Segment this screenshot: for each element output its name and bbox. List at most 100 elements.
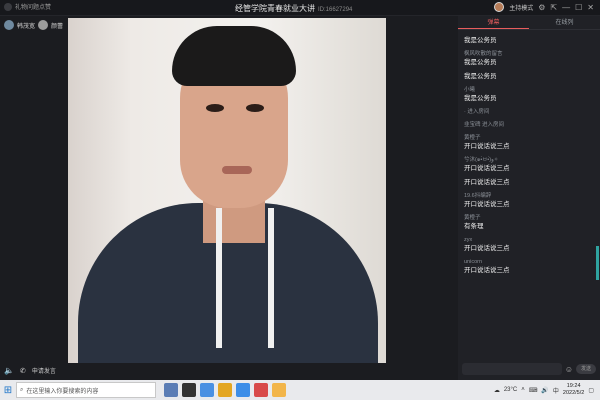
chat-message: 开口说话说三点 xyxy=(464,178,592,187)
volume-icon[interactable]: 🔊 xyxy=(541,387,548,394)
tab-danmu[interactable]: 弹幕 xyxy=(458,16,529,29)
chat-input-row: ☺ 发送 xyxy=(462,362,596,376)
chat-message: 小曦 我是公务员 xyxy=(464,86,592,103)
hoodie-string xyxy=(216,208,222,348)
chat-message: 我是公务员 xyxy=(464,72,592,81)
title-bar: 礼物问题点赞 经管学院青春就业大讲 ID:16627294 主持模式 ⚙ ⇱ — … xyxy=(0,0,600,16)
chat-message: 枫风吹散的留言 我是公务员 xyxy=(464,50,592,67)
close-icon[interactable]: ✕ xyxy=(587,3,594,12)
system-notice: 韭宝碑 进入房间 xyxy=(464,122,505,128)
notification-icon[interactable]: ▢ xyxy=(588,387,594,394)
host-list: 韩茂宽 颜蕾 xyxy=(4,20,63,30)
app-icon[interactable] xyxy=(272,383,286,397)
chat-panel: 弹幕 在线列 我是公务员 枫风吹散的留言 我是公务员 我是公务员 小曦 我是公务员 · 进入… xyxy=(458,16,600,380)
system-notice: · 进入房间 xyxy=(464,109,490,115)
task-view-icon[interactable] xyxy=(164,383,178,397)
clock-date: 2022/5/2 xyxy=(562,390,585,396)
message-text: 开口说话说三点 xyxy=(464,267,510,274)
hair xyxy=(172,26,296,86)
tab-online[interactable]: 在线列 xyxy=(529,16,600,29)
taskbar-apps xyxy=(164,383,286,397)
message-text: 我是公务员 xyxy=(464,59,497,66)
live-room-window: 礼物问题点赞 经管学院青春就业大讲 ID:16627294 主持模式 ⚙ ⇱ — … xyxy=(0,0,600,380)
clock-time: 19:24 xyxy=(566,383,581,389)
mode-label[interactable]: 主持模式 xyxy=(509,3,533,12)
network-icon[interactable]: ⌨ xyxy=(529,387,538,394)
chat-message: 19.6抖编辞 开口说话说三点 xyxy=(464,192,592,209)
chat-message: 黄橙子 开口说话说三点 xyxy=(464,134,592,151)
chat-message: 黄橙子 有条理 xyxy=(464,214,592,231)
app-icon[interactable] xyxy=(236,383,250,397)
message-text: 开口说话说三点 xyxy=(464,179,510,186)
video-stream xyxy=(68,18,386,363)
message-text: 我是公务员 xyxy=(464,73,497,80)
host-avatar[interactable] xyxy=(38,20,49,30)
message-author[interactable]: unicorn xyxy=(464,258,592,266)
weather-text[interactable]: 23°C xyxy=(504,387,517,393)
message-author[interactable]: 19.6抖编辞 xyxy=(464,192,592,200)
gift-icon xyxy=(4,2,12,11)
title-left[interactable]: 礼物问题点赞 xyxy=(4,2,51,11)
browser-icon[interactable] xyxy=(200,383,214,397)
taskbar-search[interactable]: ⌕ 在这里输入你要搜索的内容 xyxy=(16,382,156,398)
message-author[interactable]: 黄橙子 xyxy=(464,134,592,142)
maximize-icon[interactable]: ☐ xyxy=(575,3,582,12)
windows-start-icon[interactable]: ⊞ xyxy=(0,380,16,400)
chat-message: · 进入房间 xyxy=(464,108,592,116)
mouth xyxy=(222,166,252,174)
user-avatar[interactable] xyxy=(494,2,505,12)
send-button[interactable]: 发送 xyxy=(576,364,596,374)
chat-message: zyx 开口说话说三点 xyxy=(464,236,592,253)
search-icon: ⌕ xyxy=(20,386,24,393)
message-text: 开口说话说三点 xyxy=(464,245,510,252)
weather-icon[interactable]: ☁ xyxy=(494,387,500,394)
message-author[interactable]: zyx xyxy=(464,236,592,244)
settings-icon[interactable]: ⚙ xyxy=(538,3,545,12)
message-text: 开口说话说三点 xyxy=(464,165,510,172)
chevron-up-icon[interactable]: ˄ xyxy=(521,387,525,393)
message-author[interactable]: 黄橙子 xyxy=(464,214,592,222)
message-author[interactable]: 枫风吹散的留言 xyxy=(464,50,592,58)
system-tray: ☁ 23°C ˄ ⌨ 🔊 中 19:24 2022/5/2 ▢ xyxy=(494,380,594,400)
message-text: 开口说话说三点 xyxy=(464,201,510,208)
chat-input[interactable] xyxy=(462,363,562,375)
search-placeholder: 在这里输入你要搜索的内容 xyxy=(26,388,99,395)
taskbar: ⊞ ⌕ 在这里输入你要搜索的内容 ☁ 23°C ˄ ⌨ 🔊 中 19:24 20… xyxy=(0,380,600,400)
phone-icon[interactable]: ✆ xyxy=(20,367,26,375)
chat-tabs: 弹幕 在线列 xyxy=(458,16,600,30)
host-name: 韩茂宽 xyxy=(17,23,36,30)
minimize-icon[interactable]: — xyxy=(562,3,570,12)
scrollbar[interactable] xyxy=(596,246,599,280)
message-text: 我是公务员 xyxy=(464,95,497,102)
share-icon[interactable]: ⇱ xyxy=(550,3,557,12)
host-avatar[interactable] xyxy=(4,20,14,30)
chat-message: 兮沐(๑•̀ㅂ•́)و✧ 开口说话说三点 xyxy=(464,156,592,173)
hoodie-string xyxy=(268,208,274,348)
folder-icon[interactable] xyxy=(218,383,232,397)
message-author[interactable]: 兮沐(๑•̀ㅂ•́)و✧ xyxy=(464,156,592,164)
clock[interactable]: 19:24 2022/5/2 xyxy=(563,383,584,397)
app-icon[interactable] xyxy=(182,383,196,397)
room-title-text: 经管学院青春就业大讲 xyxy=(235,4,315,13)
right-eye xyxy=(246,104,264,112)
message-text: 我是公务员 xyxy=(464,37,497,44)
chat-message: unicorn 开口说话说三点 xyxy=(464,258,592,275)
room-title: 经管学院青春就业大讲 ID:16627294 xyxy=(235,3,352,14)
room-id: ID:16627294 xyxy=(318,7,353,13)
bottom-controls: 🔈 ✆ 申请发言 xyxy=(4,366,56,375)
message-author[interactable]: 小曦 xyxy=(464,86,592,94)
chat-message: 我是公务员 xyxy=(464,36,592,45)
left-label: 礼物问题点赞 xyxy=(15,5,52,11)
left-eye xyxy=(206,104,224,112)
app-icon[interactable] xyxy=(254,383,268,397)
host-name: 颜蕾 xyxy=(51,23,64,30)
title-right: 主持模式 ⚙ ⇱ — ☐ ✕ xyxy=(494,2,594,12)
apply-speak-button[interactable]: 申请发言 xyxy=(32,366,56,375)
ime-indicator[interactable]: 中 xyxy=(553,386,559,395)
speaker-icon[interactable]: 🔈 xyxy=(4,366,14,375)
emoji-icon[interactable]: ☺ xyxy=(565,365,573,374)
chat-message: 韭宝碑 进入房间 xyxy=(464,121,592,129)
message-text: 开口说话说三点 xyxy=(464,143,510,150)
message-text: 有条理 xyxy=(464,223,484,230)
message-list: 我是公务员 枫风吹散的留言 我是公务员 我是公务员 小曦 我是公务员 · 进入房间 韭宝碑 进… xyxy=(464,36,592,280)
